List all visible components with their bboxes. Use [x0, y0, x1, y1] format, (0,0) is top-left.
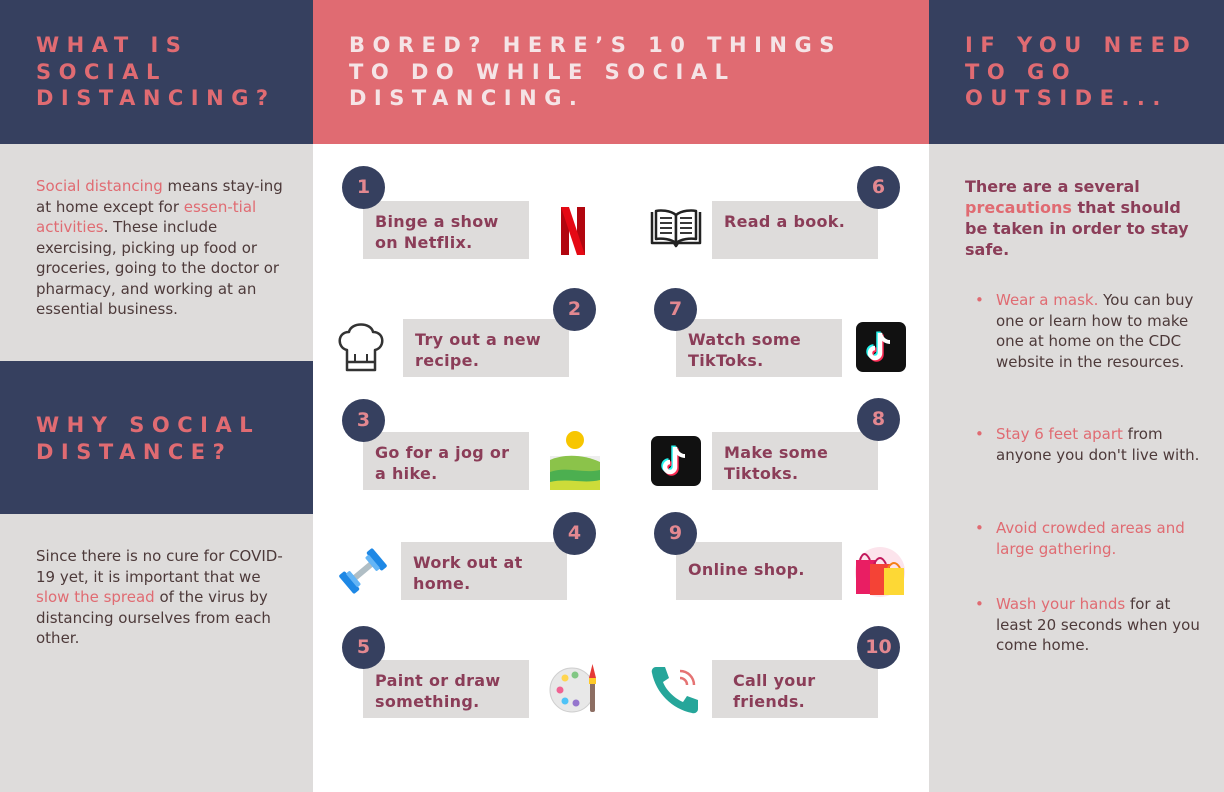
item-3-label: Go for a jog or a hike. — [375, 443, 510, 483]
precaution-item-crowds: • Avoid crowded areas and large gathering… — [973, 518, 1208, 559]
item-8-box: Make some Tiktoks. — [712, 432, 878, 490]
palette-icon — [549, 664, 596, 713]
what-is-header: WHAT IS SOCIAL DISTANCING? — [0, 0, 313, 144]
highlight-social-distancing: Social distancing — [36, 177, 163, 195]
item-5-number: 5 — [342, 626, 385, 669]
item-4-box: Work out at home. — [401, 542, 567, 600]
precaution-highlight: Wear a mask. — [996, 291, 1099, 309]
item-7-box: Watch some TikToks. — [676, 319, 842, 377]
highlight-slow-the-spread: slow the spread — [36, 588, 155, 606]
tiktok-icon — [651, 436, 701, 486]
item-10-box: Call your friends. — [712, 660, 878, 718]
item-2-label: Try out a new recipe. — [415, 330, 541, 370]
phone-icon — [651, 667, 698, 714]
bored-header: BORED? HERE’S 10 THINGS TO DO WHILE SOCI… — [313, 0, 929, 144]
item-7-label: Watch some TikToks. — [688, 330, 802, 370]
item-4-number: 4 — [553, 512, 596, 555]
why-header: WHY SOCIAL DISTANCE? — [0, 361, 313, 514]
item-1-number: 1 — [342, 166, 385, 209]
why-text-1: Since there is no cure for COVID-19 yet,… — [36, 547, 283, 586]
item-10-number: 10 — [857, 626, 900, 669]
item-2-box: Try out a new recipe. — [403, 319, 569, 377]
definition-paragraph: Social distancing means stay-ing at home… — [36, 176, 284, 320]
bullet-icon: • — [975, 425, 984, 443]
item-10-label: Call your friends. — [733, 671, 816, 711]
bullet-icon: • — [975, 291, 984, 309]
item-8-number: 8 — [857, 398, 900, 441]
item-3-number: 3 — [342, 399, 385, 442]
item-7-number: 7 — [654, 288, 697, 331]
middle-column: BORED? HERE’S 10 THINGS TO DO WHILE SOCI… — [313, 0, 929, 792]
precautions-intro: There are a several precautions that sho… — [965, 176, 1197, 260]
precaution-highlight: Stay 6 feet apart — [996, 425, 1123, 443]
precaution-item-handwashing: • Wash your hands for at least 20 seconds… — [973, 594, 1208, 656]
precaution-highlight: Wash your hands — [996, 595, 1126, 613]
item-1-label: Binge a show on Netflix. — [375, 212, 499, 252]
item-6-label: Read a book. — [724, 212, 846, 231]
dumbbell-icon — [339, 548, 387, 594]
precaution-item-distance: • Stay 6 feet apart from anyone you don't… — [973, 424, 1208, 465]
why-paragraph: Since there is no cure for COVID-19 yet,… — [36, 546, 291, 649]
open-book-icon — [650, 209, 702, 248]
outside-header: IF YOU NEED TO GO OUTSIDE... — [929, 0, 1224, 144]
shopping-bags-icon — [855, 547, 905, 597]
item-9-number: 9 — [654, 512, 697, 555]
why-heading: WHY SOCIAL DISTANCE? — [36, 413, 261, 464]
item-1-box: Binge a show on Netflix. — [363, 201, 529, 259]
highlight-precautions: precautions — [965, 198, 1072, 217]
item-5-label: Paint or draw something. — [375, 671, 501, 711]
chef-hat-icon — [338, 323, 384, 372]
item-9-box: Online shop. — [676, 542, 842, 600]
item-8-label: Make some Tiktoks. — [724, 443, 829, 483]
item-6-box: Read a book. — [712, 201, 878, 259]
item-3-box: Go for a jog or a hike. — [363, 432, 529, 490]
bullet-icon: • — [975, 595, 984, 613]
intro-text-1: There are a several — [965, 177, 1140, 196]
item-6-number: 6 — [857, 166, 900, 209]
what-is-heading: WHAT IS SOCIAL DISTANCING? — [36, 33, 276, 110]
left-column: WHAT IS SOCIAL DISTANCING? Social distan… — [0, 0, 313, 792]
bullet-icon: • — [975, 519, 984, 537]
precaution-highlight: Avoid crowded areas and large gathering. — [996, 519, 1185, 558]
landscape-icon — [550, 431, 600, 490]
right-column: IF YOU NEED TO GO OUTSIDE... There are a… — [929, 0, 1224, 792]
item-4-label: Work out at home. — [413, 553, 523, 593]
outside-heading: IF YOU NEED TO GO OUTSIDE... — [965, 33, 1198, 110]
item-5-box: Paint or draw something. — [363, 660, 529, 718]
bored-heading: BORED? HERE’S 10 THINGS TO DO WHILE SOCI… — [349, 33, 842, 110]
item-2-number: 2 — [553, 288, 596, 331]
netflix-logo-icon — [561, 207, 585, 255]
precaution-item-mask: • Wear a mask. You can buy one or learn h… — [973, 290, 1208, 372]
item-9-label: Online shop. — [688, 560, 805, 579]
tiktok-icon — [856, 322, 906, 372]
